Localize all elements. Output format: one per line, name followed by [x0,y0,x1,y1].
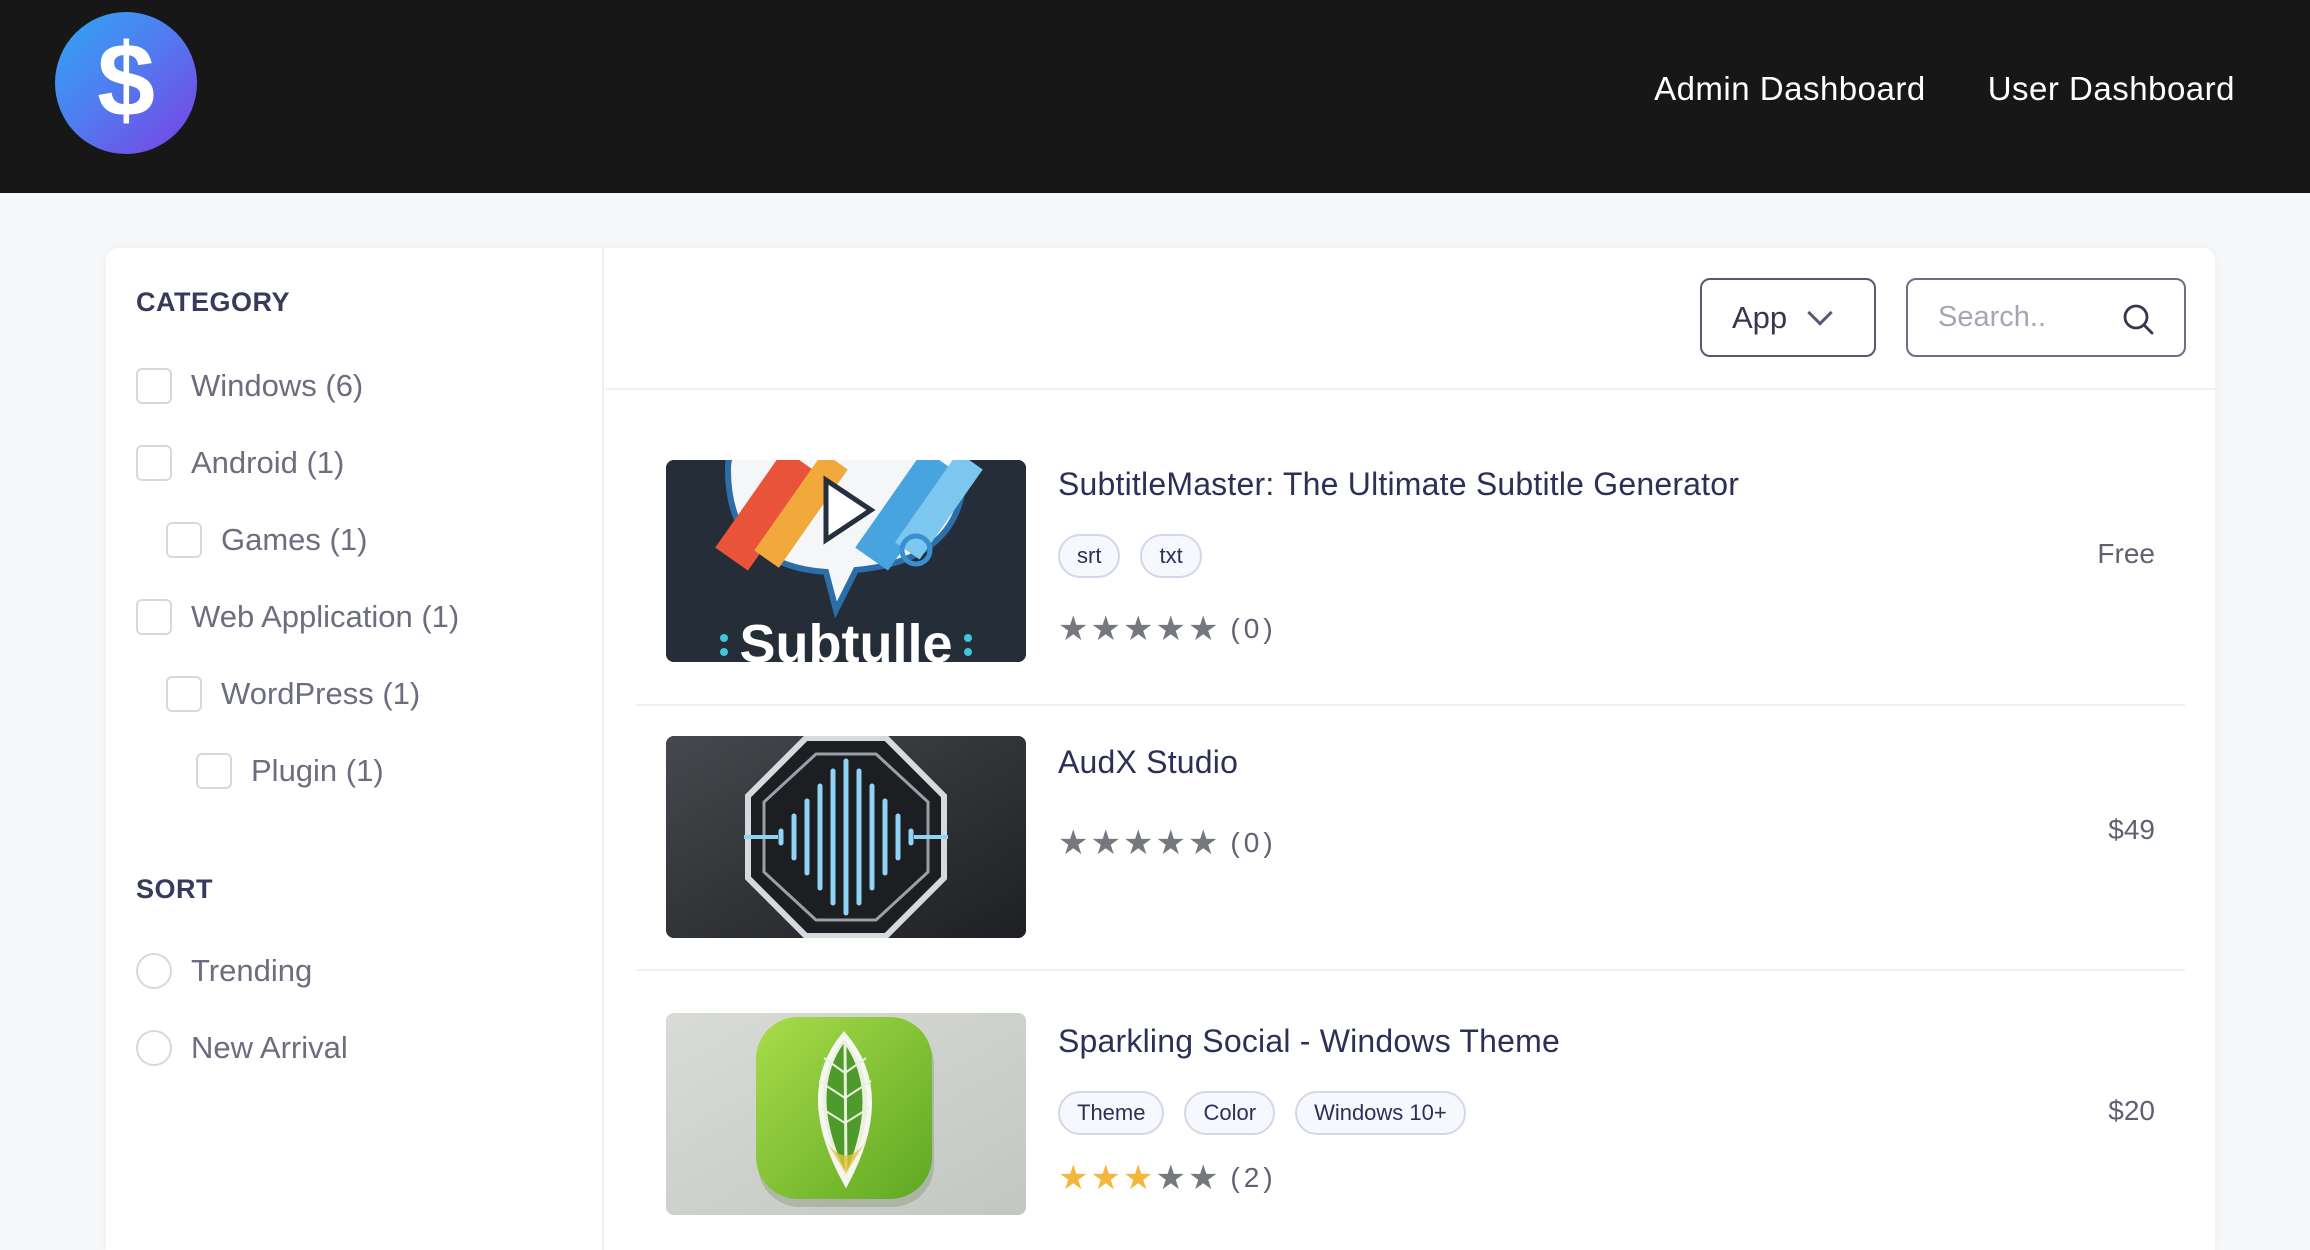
rating-count: (0) [1230,827,1277,858]
filter-sidebar: CATEGORY Windows (6) Android (1) Games (… [106,248,604,1250]
star-icon: ★ [1187,824,1219,862]
category-games[interactable]: Games (1) [166,522,367,558]
tag[interactable]: Windows 10+ [1295,1091,1466,1135]
product-tags: Theme Color Windows 10+ [1058,1091,1466,1135]
star-icon: ★ [1058,610,1089,648]
checkbox[interactable] [166,522,202,558]
audio-app-image [666,736,1026,938]
main-nav: Admin Dashboard User Dashboard [1654,70,2235,108]
product-card[interactable]: Subtulle SubtitleMaster: The Ultimate Su… [636,390,2185,706]
product-card[interactable]: AudX Studio ★ ★ ★ ★ ★ (0) $49 [636,706,2185,971]
checkbox[interactable] [196,753,232,789]
leaf-theme-image [666,1013,1026,1215]
rating-count: (0) [1230,613,1277,644]
product-price: Free [2097,538,2155,569]
product-card[interactable]: Sparkling Social - Windows Theme Theme C… [636,971,2185,1250]
sort-trending[interactable]: Trending [136,953,312,989]
checkbox[interactable] [166,676,202,712]
star-icon: ★ [1122,1159,1154,1197]
star-icon: ★ [1058,824,1089,862]
list-toolbar: App [606,248,2215,390]
checkbox[interactable] [136,368,172,404]
checkbox[interactable] [136,599,172,635]
search-box[interactable] [1906,278,2186,357]
chevron-down-icon [1807,299,1833,326]
search-icon[interactable] [2122,303,2154,335]
category-android[interactable]: Android (1) [136,445,344,481]
product-title[interactable]: Sparkling Social - Windows Theme [1058,1023,1560,1060]
star-icon: ★ [1187,1159,1219,1197]
product-list-area: App Search.. Subtulle SubtitleMaster: Th… [606,248,2215,1250]
product-tags: srt txt [1058,534,1202,578]
subtitle-app-image: Subtulle [666,460,1026,662]
sort-new-arrival[interactable]: New Arrival [136,1030,348,1066]
star-icon: ★ [1090,824,1121,862]
search-input[interactable] [1938,301,2113,334]
category-windows[interactable]: Windows (6) [136,368,363,404]
product-price: $49 [2108,814,2155,845]
product-thumbnail[interactable]: Subtulle [666,460,1026,662]
star-icon: ★ [1090,1159,1121,1197]
nav-user-dashboard[interactable]: User Dashboard [1988,70,2235,108]
dollar-logo-icon[interactable]: $ [55,12,197,154]
star-icon: ★ [1155,824,1186,862]
radio-button[interactable] [136,1030,172,1066]
star-icon: ★ [1187,610,1219,648]
category-web-application[interactable]: Web Application (1) [136,599,459,635]
star-icon: ★ [1090,610,1121,648]
star-icon: ★ [1122,824,1154,862]
svg-text:Subtulle: Subtulle [740,614,953,662]
marketplace-panel: CATEGORY Windows (6) Android (1) Games (… [106,248,2215,1250]
product-thumbnail[interactable] [666,1013,1026,1215]
checkbox[interactable] [136,445,172,481]
top-navbar: $ Admin Dashboard User Dashboard [0,0,2310,193]
product-rating: ★ ★ ★ ★ ★ (0) [1058,826,1277,860]
radio-button[interactable] [136,953,172,989]
category-wordpress[interactable]: WordPress (1) [166,676,420,712]
star-icon: ★ [1155,1159,1186,1197]
tag[interactable]: srt [1058,534,1121,578]
product-title[interactable]: SubtitleMaster: The Ultimate Subtitle Ge… [1058,466,1739,503]
product-rating: ★ ★ ★ ★ ★ (0) [1058,612,1277,646]
star-icon: ★ [1155,610,1186,648]
star-icon: ★ [1058,1159,1089,1197]
type-select[interactable]: App [1700,278,1876,357]
star-icon: ★ [1122,610,1154,648]
rating-count: (2) [1230,1162,1277,1193]
product-title[interactable]: AudX Studio [1058,744,1238,781]
tag[interactable]: Theme [1058,1091,1165,1135]
category-plugin[interactable]: Plugin (1) [196,753,384,789]
product-thumbnail[interactable] [666,736,1026,938]
product-price: $20 [2108,1095,2155,1126]
tag[interactable]: Color [1184,1091,1276,1135]
category-heading: CATEGORY [136,287,291,317]
tag[interactable]: txt [1140,534,1202,578]
sort-heading: SORT [136,874,214,904]
product-rating: ★ ★ ★ ★ ★ (2) [1058,1161,1277,1195]
nav-admin-dashboard[interactable]: Admin Dashboard [1654,70,1926,108]
